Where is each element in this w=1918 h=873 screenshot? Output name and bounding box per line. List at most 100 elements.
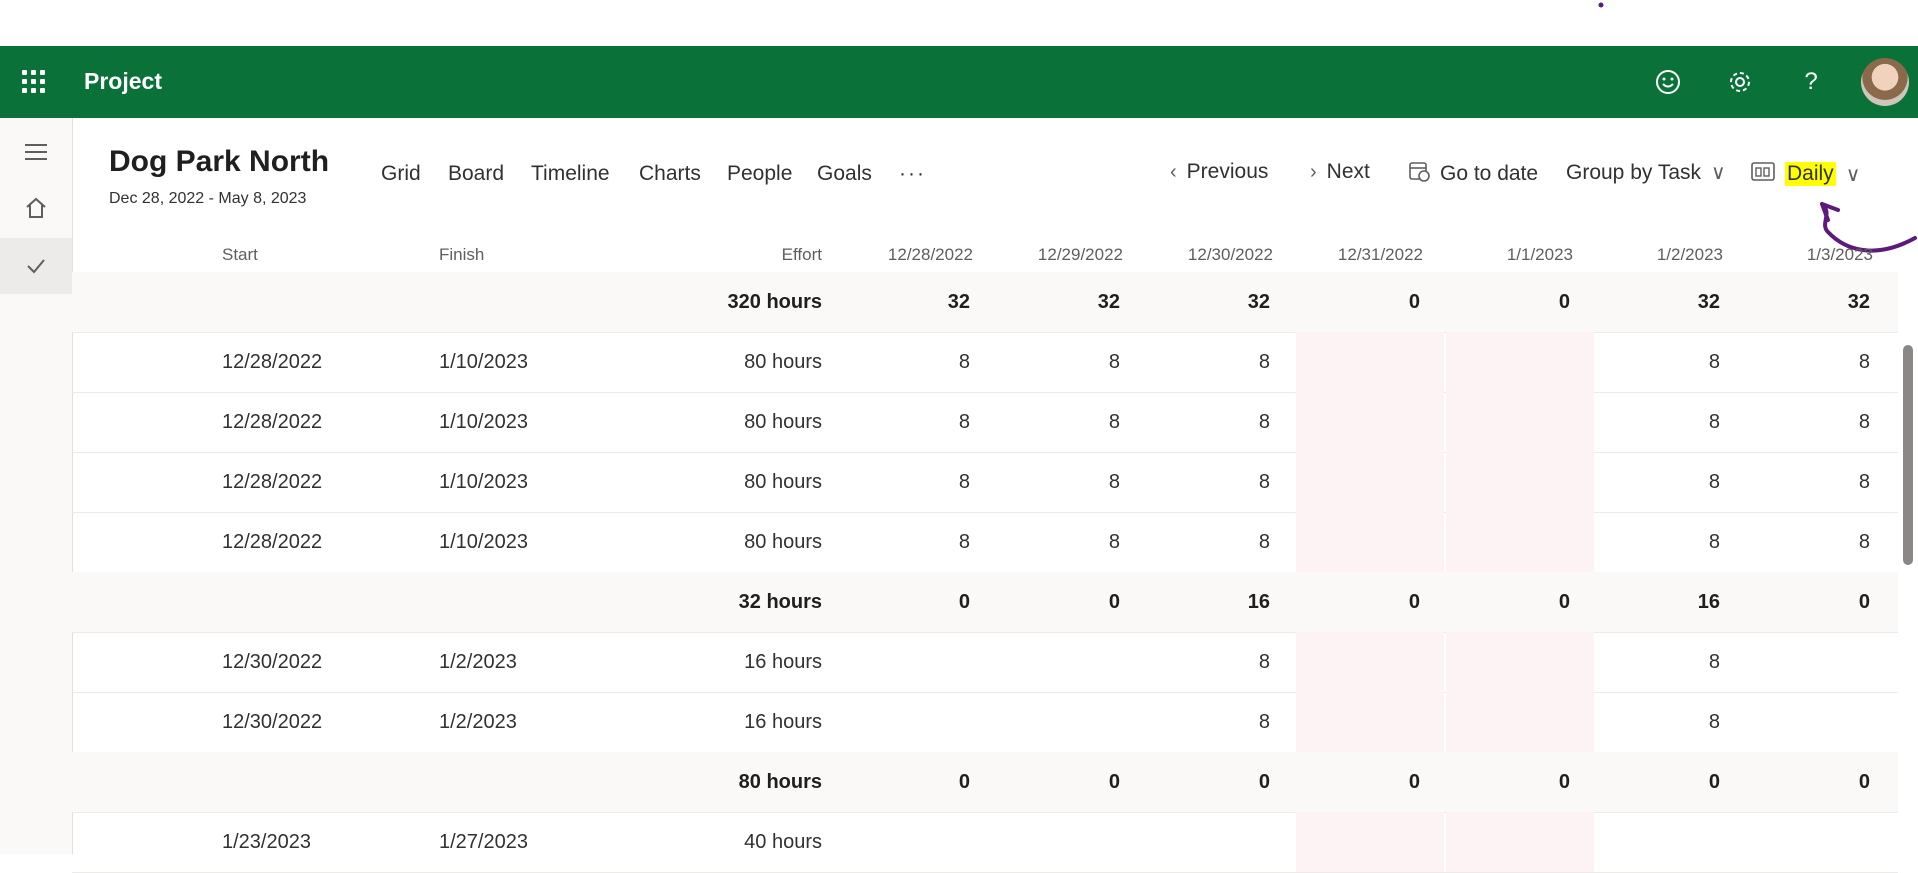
finish-cell[interactable] (439, 572, 579, 632)
day-cell[interactable]: 8 (1600, 512, 1720, 572)
day-cell[interactable]: 0 (1450, 572, 1570, 632)
day-cell[interactable]: 0 (1300, 752, 1420, 812)
day-cell[interactable]: 8 (1600, 392, 1720, 452)
column-header-start[interactable]: Start (222, 245, 258, 265)
finish-cell[interactable]: 1/2/2023 (439, 692, 579, 752)
column-header-date[interactable]: 1/3/2023 (1753, 245, 1873, 265)
task-row[interactable]: 1/23/2023 1/27/2023 40 hours (72, 812, 1898, 873)
finish-cell[interactable]: 1/10/2023 (439, 512, 579, 572)
day-cell[interactable] (1000, 812, 1120, 872)
start-cell[interactable]: 12/30/2022 (222, 692, 362, 752)
summary-row[interactable]: 32 hours 0 0 16 0 0 16 0 (72, 572, 1898, 633)
day-cell[interactable] (1300, 392, 1420, 452)
summary-row[interactable]: 320 hours 32 32 32 0 0 32 32 (72, 272, 1898, 333)
day-cell[interactable]: 16 (1600, 572, 1720, 632)
effort-cell[interactable]: 80 hours (672, 392, 822, 452)
app-name[interactable]: Project (84, 68, 162, 95)
finish-cell[interactable] (439, 752, 579, 812)
day-cell[interactable]: 8 (1150, 632, 1270, 692)
effort-cell[interactable]: 320 hours (672, 272, 822, 332)
column-header-date[interactable]: 12/28/2022 (853, 245, 973, 265)
day-cell[interactable]: 8 (1000, 512, 1120, 572)
day-cell[interactable]: 8 (1750, 452, 1870, 512)
start-cell[interactable] (222, 272, 362, 332)
tab-charts[interactable]: Charts (639, 162, 701, 186)
day-cell[interactable]: 0 (1750, 752, 1870, 812)
group-by-dropdown[interactable]: Group by Task ∨ (1566, 160, 1726, 185)
finish-cell[interactable]: 1/10/2023 (439, 392, 579, 452)
view-dropdown[interactable]: Daily ∨ (1751, 160, 1860, 188)
day-cell[interactable]: 0 (1450, 752, 1570, 812)
day-cell[interactable] (1450, 512, 1570, 572)
day-cell[interactable] (1300, 512, 1420, 572)
day-cell[interactable]: 0 (1450, 272, 1570, 332)
day-cell[interactable]: 32 (1750, 272, 1870, 332)
start-cell[interactable]: 12/28/2022 (222, 332, 362, 392)
start-cell[interactable] (222, 572, 362, 632)
tab-goals[interactable]: Goals (817, 162, 872, 186)
day-cell[interactable]: 32 (1600, 272, 1720, 332)
column-header-date[interactable]: 1/1/2023 (1453, 245, 1573, 265)
day-cell[interactable] (850, 632, 970, 692)
day-cell[interactable] (1450, 452, 1570, 512)
day-cell[interactable]: 0 (850, 572, 970, 632)
task-row[interactable]: 12/28/2022 1/10/2023 80 hours 8 8 8 8 8 (72, 392, 1898, 453)
day-cell[interactable]: 32 (850, 272, 970, 332)
day-cell[interactable] (850, 692, 970, 752)
day-cell[interactable]: 8 (1600, 332, 1720, 392)
tab-grid[interactable]: Grid (381, 162, 421, 186)
day-cell[interactable] (1450, 632, 1570, 692)
summary-row[interactable]: 80 hours 0 0 0 0 0 0 0 (72, 752, 1898, 813)
app-launcher-icon[interactable] (22, 70, 46, 94)
day-cell[interactable]: 0 (1750, 572, 1870, 632)
column-header-finish[interactable]: Finish (439, 245, 484, 265)
day-cell[interactable]: 8 (850, 512, 970, 572)
day-cell[interactable] (1300, 632, 1420, 692)
finish-cell[interactable]: 1/27/2023 (439, 812, 579, 872)
day-cell[interactable]: 8 (1600, 692, 1720, 752)
help-icon[interactable]: ? (1795, 66, 1827, 98)
task-row[interactable]: 12/30/2022 1/2/2023 16 hours 8 8 (72, 692, 1898, 753)
day-cell[interactable]: 8 (850, 452, 970, 512)
tasks-checkmark-icon[interactable] (0, 238, 72, 294)
task-row[interactable]: 12/28/2022 1/10/2023 80 hours 8 8 8 8 8 (72, 332, 1898, 393)
day-cell[interactable]: 8 (1750, 392, 1870, 452)
day-cell[interactable] (1450, 392, 1570, 452)
effort-cell[interactable]: 80 hours (672, 452, 822, 512)
effort-cell[interactable]: 40 hours (672, 812, 822, 872)
day-cell[interactable] (850, 812, 970, 872)
day-cell[interactable]: 16 (1150, 572, 1270, 632)
start-cell[interactable]: 12/30/2022 (222, 632, 362, 692)
more-tabs-button[interactable]: ··· (899, 162, 926, 186)
day-cell[interactable]: 8 (1150, 452, 1270, 512)
day-cell[interactable] (1450, 332, 1570, 392)
column-header-date[interactable]: 12/30/2022 (1153, 245, 1273, 265)
day-cell[interactable] (1450, 812, 1570, 872)
column-header-date[interactable]: 12/31/2022 (1303, 245, 1423, 265)
day-cell[interactable]: 8 (1000, 332, 1120, 392)
task-row[interactable]: 12/30/2022 1/2/2023 16 hours 8 8 (72, 632, 1898, 693)
day-cell[interactable] (1000, 632, 1120, 692)
day-cell[interactable] (1450, 692, 1570, 752)
start-cell[interactable]: 1/23/2023 (222, 812, 362, 872)
day-cell[interactable] (1600, 812, 1720, 872)
tab-people[interactable]: People (727, 162, 792, 186)
day-cell[interactable]: 8 (850, 332, 970, 392)
day-cell[interactable]: 8 (850, 392, 970, 452)
go-to-date-button[interactable]: Go to date (1408, 160, 1538, 188)
finish-cell[interactable]: 1/2/2023 (439, 632, 579, 692)
effort-cell[interactable]: 32 hours (672, 572, 822, 632)
start-cell[interactable]: 12/28/2022 (222, 392, 362, 452)
tab-timeline[interactable]: Timeline (531, 162, 610, 186)
column-header-date[interactable]: 1/2/2023 (1603, 245, 1723, 265)
home-icon[interactable] (0, 180, 72, 236)
gear-icon[interactable] (1724, 66, 1756, 98)
day-cell[interactable]: 8 (1150, 392, 1270, 452)
day-cell[interactable]: 0 (1000, 572, 1120, 632)
task-row[interactable]: 12/28/2022 1/10/2023 80 hours 8 8 8 8 8 (72, 512, 1898, 573)
day-cell[interactable]: 0 (1150, 752, 1270, 812)
day-cell[interactable] (1750, 632, 1870, 692)
start-cell[interactable]: 12/28/2022 (222, 512, 362, 572)
day-cell[interactable]: 8 (1150, 332, 1270, 392)
effort-cell[interactable]: 16 hours (672, 632, 822, 692)
